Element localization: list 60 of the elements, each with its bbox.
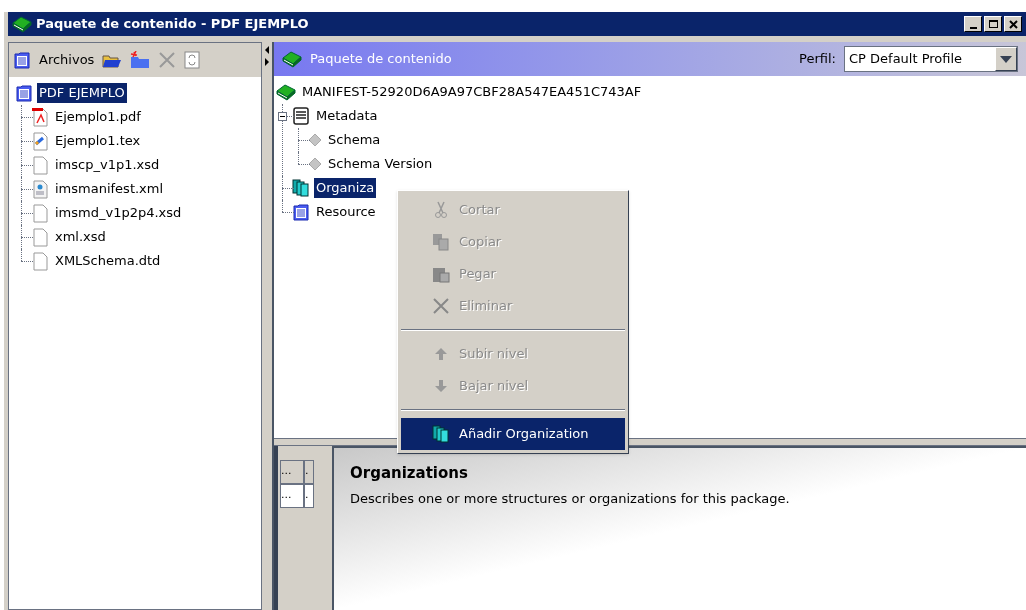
book-icon bbox=[12, 15, 32, 33]
open-folder-icon[interactable] bbox=[102, 52, 123, 68]
tree-item[interactable]: Schema Version bbox=[326, 154, 435, 174]
grid-cell: ... bbox=[280, 460, 304, 484]
tree-item[interactable]: Metadata bbox=[314, 106, 380, 126]
grid-cell: . bbox=[304, 484, 314, 508]
close-button[interactable] bbox=[1004, 16, 1022, 32]
close-icon bbox=[1008, 19, 1018, 29]
tree-item[interactable]: Schema bbox=[326, 130, 383, 150]
grid-cell: . bbox=[304, 460, 314, 484]
tree-item[interactable]: Ejemplo1.tex bbox=[53, 131, 143, 151]
file-icon bbox=[31, 203, 49, 223]
tree-item[interactable]: xml.xsd bbox=[53, 227, 108, 247]
arrow-up-icon bbox=[433, 346, 449, 362]
tree-item[interactable]: XMLSchema.dtd bbox=[53, 251, 163, 271]
tree-item[interactable]: MANIFEST-52920D6A9A97CBF28A547EA451C743AF bbox=[300, 82, 644, 102]
arrow-down-icon bbox=[433, 378, 449, 394]
window-title: Paquete de contenido - PDF EJEMPLO bbox=[36, 15, 309, 34]
book-icon bbox=[282, 50, 302, 68]
file-icon bbox=[31, 251, 49, 271]
tree-item[interactable]: imsmanifest.xml bbox=[53, 179, 166, 199]
tree-item[interactable]: imsmd_v1p2p4.xsd bbox=[53, 203, 184, 223]
refresh-icon[interactable] bbox=[184, 51, 201, 69]
stacked-pages-icon bbox=[292, 179, 310, 197]
collapse-left-icon[interactable] bbox=[265, 46, 269, 54]
file-icon bbox=[31, 227, 49, 247]
collapse-right-icon[interactable] bbox=[265, 58, 269, 66]
copy-icon bbox=[432, 233, 450, 251]
document-icon bbox=[13, 51, 31, 69]
minimize-button[interactable] bbox=[964, 16, 982, 32]
restore-button[interactable] bbox=[984, 16, 1002, 32]
tree-item[interactable]: Ejemplo1.pdf bbox=[53, 107, 143, 127]
grid-cell: ... bbox=[280, 484, 304, 508]
xml-file-icon bbox=[31, 179, 49, 199]
clipboard-icon bbox=[432, 265, 450, 283]
list-icon bbox=[292, 107, 310, 125]
file-icon bbox=[31, 155, 49, 175]
stacked-pages-icon bbox=[432, 425, 450, 443]
menu-item[interactable]: Añadir Organization bbox=[401, 418, 625, 450]
diamond-icon bbox=[308, 133, 322, 147]
tree-item[interactable]: PDF EJEMPLO bbox=[37, 83, 127, 103]
profile-label: Perfil: bbox=[799, 50, 836, 69]
collapse-icon[interactable] bbox=[278, 112, 287, 121]
document-icon bbox=[15, 84, 33, 102]
profile-dropdown[interactable]: CP Default Profile bbox=[844, 46, 1018, 72]
description-title: Organizations bbox=[350, 463, 469, 484]
close-icon bbox=[432, 297, 450, 315]
document-icon bbox=[292, 203, 310, 221]
dropdown-arrow-icon bbox=[1000, 55, 1012, 63]
description-text: Describes one or more structures or organizations for this package. bbox=[350, 489, 791, 508]
tree-item[interactable]: imscp_v1p1.xsd bbox=[53, 155, 162, 175]
edit-file-icon bbox=[31, 131, 49, 151]
tree-item[interactable]: Resource bbox=[314, 202, 378, 222]
tree-item[interactable]: Organiza bbox=[314, 178, 377, 198]
panel-title: Paquete de contenido bbox=[310, 50, 452, 69]
diamond-icon bbox=[308, 157, 322, 171]
new-folder-icon[interactable] bbox=[130, 51, 151, 69]
scissors-icon bbox=[433, 201, 449, 219]
pdf-file-icon bbox=[31, 107, 49, 127]
panel-label: Archivos bbox=[39, 51, 95, 70]
